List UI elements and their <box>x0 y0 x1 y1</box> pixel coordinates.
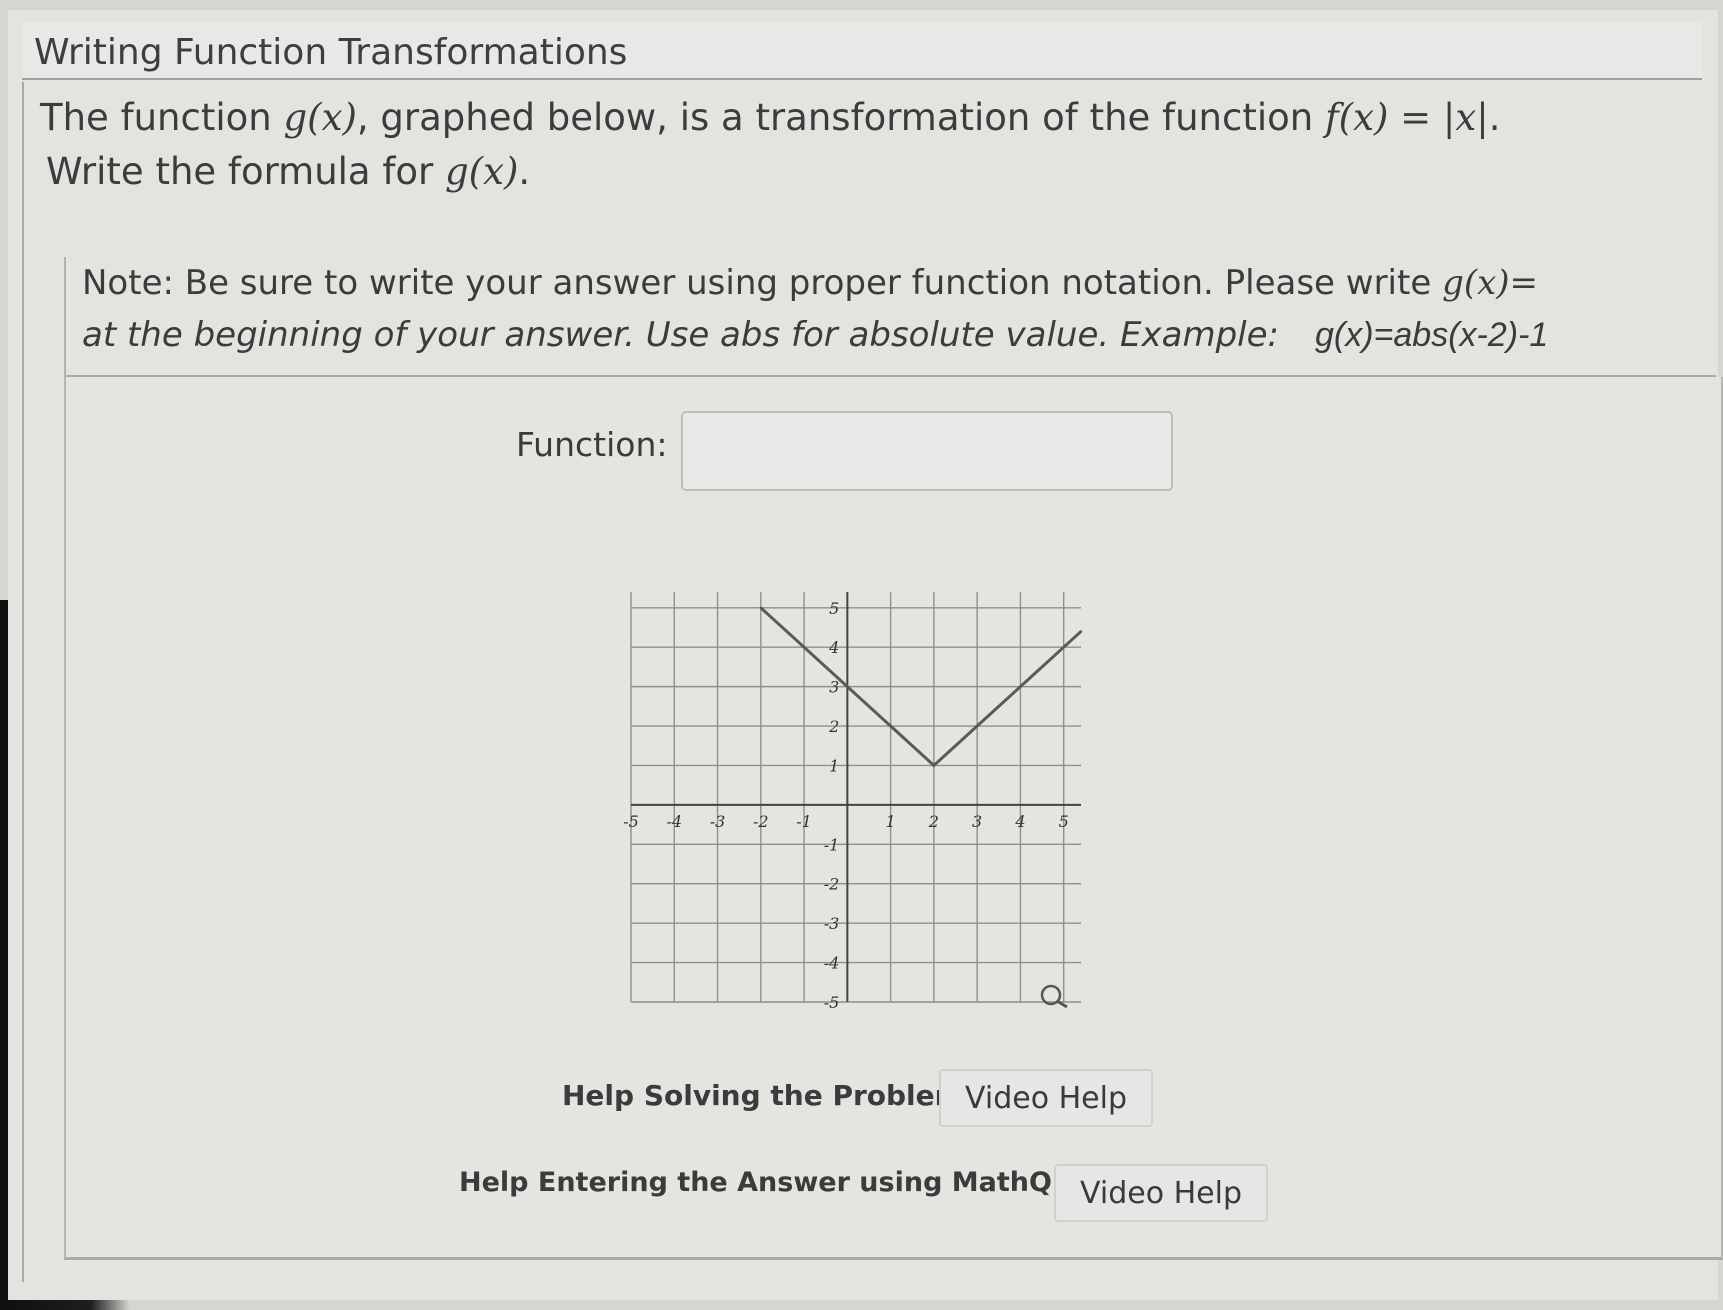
answer-area: Function: -5 -4 -3 -2 -1 1 2 3 4 5 5 4 3 2 1 -1 -2 -3 -4 -5… <box>64 377 1723 1260</box>
note-box: Note: Be sure to write your answer using… <box>64 257 1716 377</box>
note-example: g(x)=abs(x-2)-1 <box>1314 316 1549 354</box>
note-line-2: at the beginning of your answer. Use abs… <box>82 315 1548 355</box>
x-tick-label: 5 <box>1059 812 1069 831</box>
x-tick-label: 2 <box>928 812 939 831</box>
note-text: at the beginning of your answer. Use abs… <box>82 315 1279 355</box>
data-point <box>1079 630 1083 633</box>
y-tick-label: -5 <box>824 993 840 1012</box>
note-text: Note: Be sure to write your answer using… <box>82 263 1443 303</box>
help-solving-label: Help Solving the Problem? <box>562 1079 981 1112</box>
y-tick-label: 4 <box>828 638 839 657</box>
function-answer-input[interactable] <box>681 411 1173 491</box>
x-tick-label: -5 <box>623 812 639 831</box>
math-f-definition: f(x) = |x| <box>1324 96 1489 139</box>
problem-header: Writing Function Transformations <box>22 22 1702 80</box>
help-entering-label: Help Entering the Answer using MathQuill… <box>459 1167 1115 1198</box>
y-tick-label: 1 <box>829 756 839 775</box>
function-label: Function: <box>516 425 668 464</box>
x-tick-label: -4 <box>666 812 682 831</box>
video-help-mathquill-button[interactable]: Video Help <box>1054 1164 1268 1222</box>
graph-grid <box>630 592 1081 1003</box>
problem-page: Writing Function Transformations The fun… <box>8 10 1723 1300</box>
question-panel: The function g(x), graphed below, is a t… <box>22 82 1723 1282</box>
note-gx: g(x)= <box>1442 263 1539 303</box>
question-text: . <box>1488 96 1501 139</box>
y-tick-label: 2 <box>828 717 839 736</box>
x-tick-label: 3 <box>972 812 982 831</box>
x-tick-label: 1 <box>886 812 896 831</box>
data-point <box>932 764 936 767</box>
y-tick-label: -3 <box>824 914 840 933</box>
y-tick-label: -1 <box>824 835 840 854</box>
data-point <box>1019 685 1022 688</box>
math-g-of-x: g(x) <box>283 96 357 139</box>
data-point <box>889 724 892 728</box>
y-tick-label: 5 <box>829 599 839 618</box>
question-text: Write the formula for <box>46 150 445 193</box>
y-tick-label: -2 <box>824 875 840 894</box>
data-point <box>846 685 849 688</box>
function-graph: -5 -4 -3 -2 -1 1 2 3 4 5 5 4 3 2 1 -1 -2 -3 -4 -5 <box>623 592 1083 1012</box>
question-text: The function <box>40 96 284 139</box>
data-point <box>759 606 763 609</box>
data-point <box>975 724 979 728</box>
question-line-1: The function g(x), graphed below, is a t… <box>40 96 1501 139</box>
y-tick-label: 3 <box>829 678 839 697</box>
question-text: . <box>518 150 531 193</box>
video-help-solving-button[interactable]: Video Help <box>939 1069 1153 1127</box>
question-line-2: Write the formula for g(x). <box>46 150 530 193</box>
question-text: , graphed below, is a transformation of … <box>356 96 1325 139</box>
page-title: Writing Function Transformations <box>34 32 628 73</box>
math-g-of-x: g(x) <box>445 150 519 193</box>
x-tick-label: -1 <box>796 812 812 831</box>
x-tick-label: -2 <box>753 812 769 831</box>
data-point <box>1062 645 1065 649</box>
data-point <box>802 645 806 649</box>
graph-axes <box>631 592 1081 1002</box>
note-line-1: Note: Be sure to write your answer using… <box>82 263 1538 303</box>
y-tick-label: -4 <box>824 954 840 973</box>
x-tick-label: -3 <box>710 812 726 831</box>
x-tick-label: 4 <box>1014 812 1025 831</box>
